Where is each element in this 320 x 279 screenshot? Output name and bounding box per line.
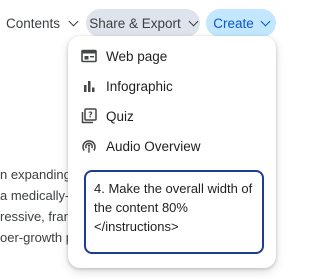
bar-chart-icon	[80, 77, 98, 95]
chevron-down-icon	[68, 16, 79, 26]
prompt-text-line: </instructions>	[94, 219, 179, 234]
menu-item-audio-overview[interactable]: Audio Overview	[68, 132, 276, 160]
menu-item-quiz[interactable]: ? Quiz	[68, 102, 276, 130]
quiz-icon: ?	[80, 107, 98, 125]
create-label: Create	[213, 15, 254, 31]
menu-item-label: Audio Overview	[106, 138, 201, 154]
menu-item-infographic[interactable]: Infographic	[68, 72, 276, 100]
svg-text:?: ?	[88, 111, 93, 120]
share-export-button[interactable]: Share & Export	[86, 9, 200, 37]
contents-button-label: Contents	[6, 15, 61, 31]
menu-item-label: Web page	[106, 48, 168, 64]
custom-prompt-input[interactable]: 4. Make the overall width of the content…	[84, 170, 264, 254]
menu-item-label: Quiz	[106, 108, 134, 124]
menu-item-web-page[interactable]: Web page	[68, 42, 276, 70]
create-button[interactable]: Create	[206, 9, 276, 37]
share-export-label: Share & Export	[89, 15, 181, 31]
prompt-text-line: the content 80%	[94, 200, 188, 215]
page: Contents Share & Export Create n expandi…	[0, 0, 300, 279]
prompt-text-line: 4. Make the overall width of	[94, 181, 253, 196]
contents-button[interactable]: Contents	[6, 12, 79, 34]
menu-item-label: Infographic	[106, 78, 173, 94]
web-page-icon	[80, 47, 98, 65]
podcast-icon	[80, 137, 98, 155]
chevron-down-icon	[260, 16, 271, 26]
chevron-down-icon	[188, 16, 199, 26]
